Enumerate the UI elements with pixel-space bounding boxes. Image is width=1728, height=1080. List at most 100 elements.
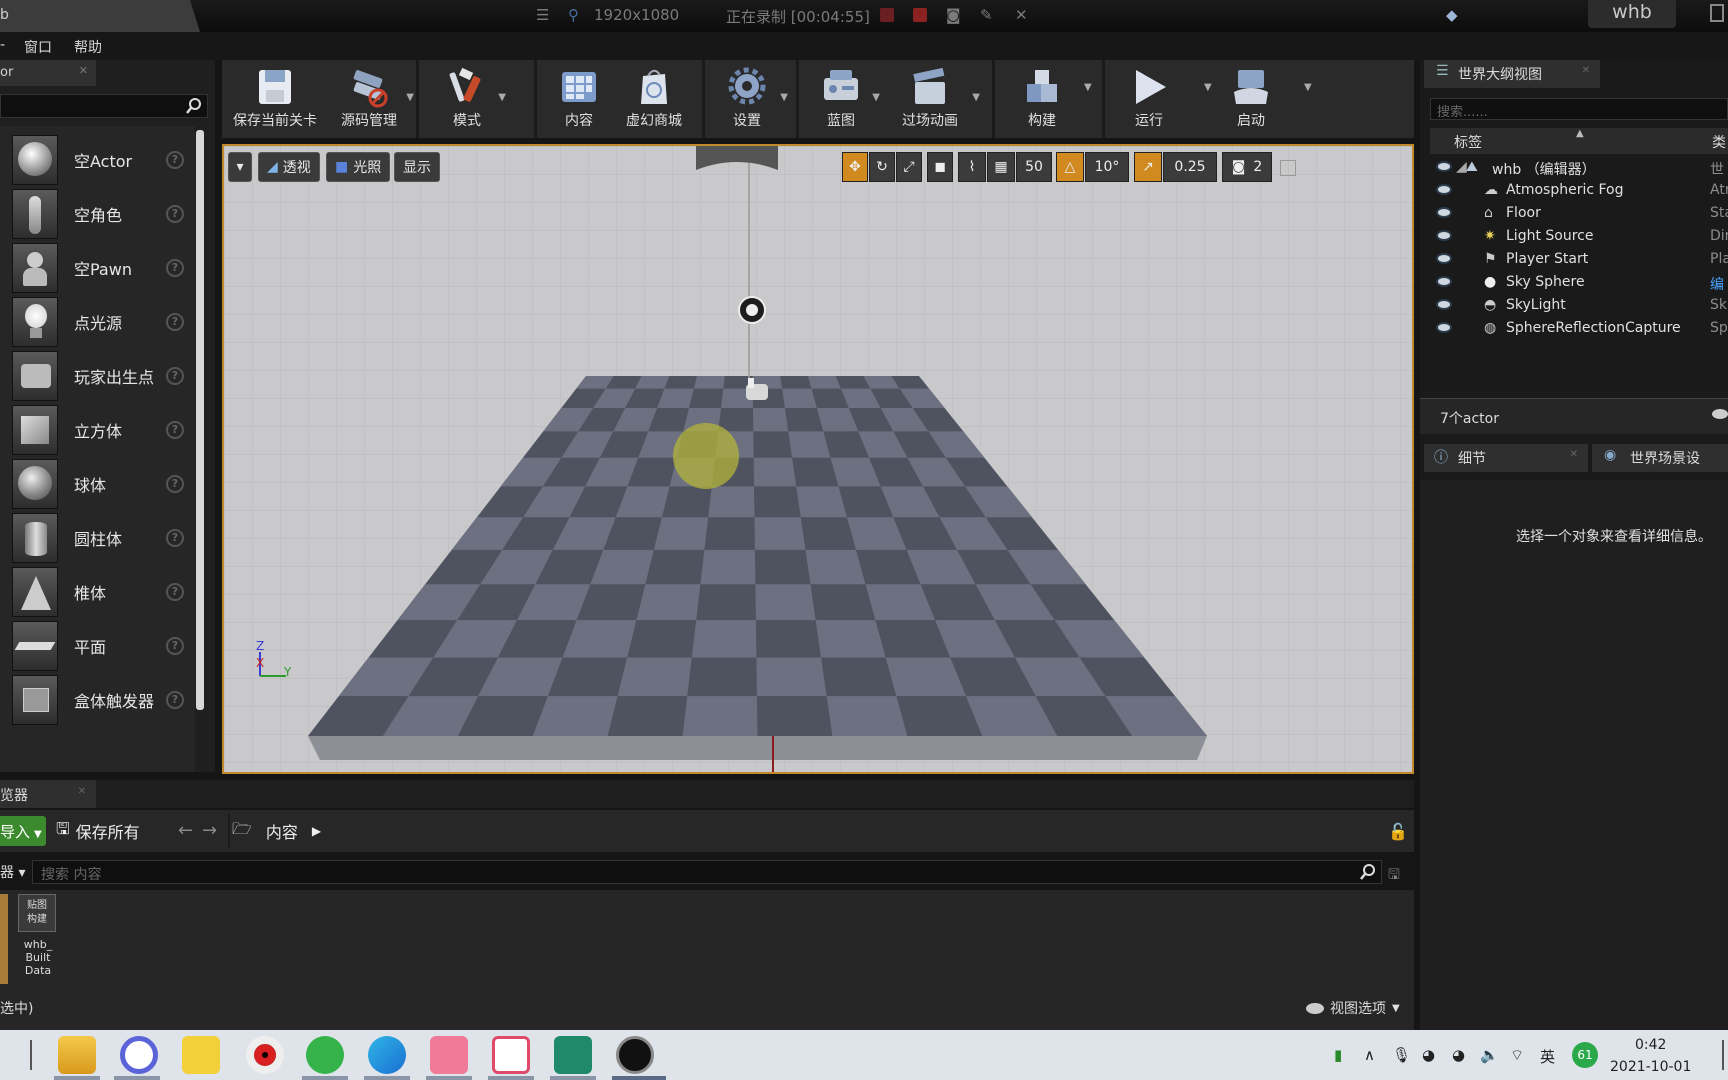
menu-item-window[interactable]: 窗口 xyxy=(24,37,52,57)
maximize-viewport-icon[interactable] xyxy=(1280,160,1296,176)
menu-icon[interactable]: ☰ xyxy=(536,6,549,24)
camera-icon[interactable]: ◙ xyxy=(946,6,961,24)
content-browser-tab[interactable]: 览器 ✕ xyxy=(0,780,96,808)
chevron-down-icon[interactable]: ▼ xyxy=(872,92,880,103)
scale-snap-toggle[interactable]: ↗ xyxy=(1134,152,1162,182)
help-icon[interactable]: ? xyxy=(166,691,184,709)
lock-icon[interactable]: 🔓 xyxy=(1388,822,1408,841)
breadcrumb-content[interactable]: 内容 xyxy=(266,819,298,843)
show-desktop-button[interactable] xyxy=(1722,1040,1724,1070)
place-item-empty-pawn[interactable]: 空Pawn? xyxy=(4,240,192,296)
source-control-button[interactable]: 源码管理 ▼ xyxy=(326,60,414,138)
back-arrow-icon[interactable]: ← xyxy=(178,820,193,841)
chevron-down-icon[interactable]: ▼ xyxy=(972,92,980,103)
import-button[interactable]: 导入 ▼ xyxy=(0,816,46,846)
launch-button[interactable]: 启动 xyxy=(1216,60,1286,138)
place-item-point-light[interactable]: 点光源? xyxy=(4,294,192,350)
filters-dropdown[interactable]: 器 ▾ xyxy=(0,862,25,882)
forward-arrow-icon[interactable]: → xyxy=(202,820,217,841)
viewport-scene[interactable]: Z X Y xyxy=(224,146,1412,772)
outliner-row-world[interactable]: ◢ ⛰ whb （编辑器）世 xyxy=(1430,156,1728,179)
edge-browser-icon[interactable] xyxy=(368,1036,406,1074)
eye-icon[interactable] xyxy=(1436,184,1452,195)
eye-icon[interactable] xyxy=(1436,299,1452,310)
outliner-row-skylight[interactable]: ◓ SkyLight Sk xyxy=(1430,294,1728,317)
col-type-header[interactable]: 类 xyxy=(1712,132,1726,152)
search-icon[interactable] xyxy=(1359,863,1377,881)
perspective-button[interactable]: ◢ 透视 xyxy=(258,152,320,182)
help-icon[interactable]: ? xyxy=(166,583,184,601)
world-settings-tab[interactable]: ◉ 世界场景设 xyxy=(1592,444,1728,472)
rotation-snap-toggle[interactable]: △ xyxy=(1056,152,1084,182)
security-badge-icon[interactable]: 61 xyxy=(1572,1042,1598,1068)
outliner-row-sphere-reflection[interactable]: ◍ SphereReflectionCapture Sp xyxy=(1430,317,1728,340)
close-tab-icon[interactable]: ✕ xyxy=(79,64,88,77)
unreal-engine-icon[interactable] xyxy=(616,1036,654,1074)
eye-icon[interactable] xyxy=(1436,276,1452,287)
content-search-input[interactable]: 搜索 内容 xyxy=(32,860,1382,884)
eye-icon[interactable] xyxy=(1436,322,1452,333)
help-icon[interactable]: ? xyxy=(166,205,184,223)
notes-app-icon[interactable] xyxy=(182,1036,220,1074)
play-button[interactable]: 运行 xyxy=(1112,60,1186,138)
help-icon[interactable]: ? xyxy=(166,313,184,331)
help-icon[interactable]: ? xyxy=(166,151,184,169)
grid-snap-toggle[interactable]: ▦ xyxy=(987,152,1015,182)
outliner-row-atmospheric-fog[interactable]: ☁ Atmospheric Fog Atr xyxy=(1430,179,1728,202)
outliner-row-light-source[interactable]: ✷ Light Source Dir xyxy=(1430,225,1728,248)
chevron-up-icon[interactable]: ∧ xyxy=(1364,1046,1375,1064)
qq-icon[interactable]: ◕ xyxy=(1422,1046,1435,1064)
outliner-row-type-link[interactable]: 编 xyxy=(1710,274,1724,294)
outliner-search-input[interactable]: 搜索...... xyxy=(1430,98,1728,120)
blueprints-button[interactable]: 蓝图 ▼ xyxy=(808,60,880,138)
outliner-row-sky-sphere[interactable]: ● Sky Sphere 编 xyxy=(1430,271,1728,294)
qq-icon[interactable]: ◕ xyxy=(1452,1046,1465,1064)
translate-tool-button[interactable]: ✥ xyxy=(842,152,868,182)
eye-icon[interactable] xyxy=(1436,161,1452,172)
pen-icon[interactable]: ✎ xyxy=(980,6,993,24)
settings-button[interactable]: 设置 ▼ xyxy=(714,60,788,138)
build-button[interactable]: 构建 xyxy=(1006,60,1078,138)
chevron-down-icon[interactable]: ▼ xyxy=(498,92,506,103)
close-tab-icon[interactable]: ✕ xyxy=(78,786,86,797)
user-badge[interactable]: whb xyxy=(1588,0,1676,28)
place-item-empty-character[interactable]: 空角色? xyxy=(4,186,192,242)
save-search-icon[interactable]: 🖫 xyxy=(1388,864,1400,888)
eye-icon[interactable] xyxy=(1436,230,1452,241)
file-explorer-icon[interactable] xyxy=(58,1036,96,1074)
battery-icon[interactable]: ▮ xyxy=(1334,1046,1342,1064)
volume-icon[interactable]: 🔈 xyxy=(1480,1046,1499,1064)
chevron-down-icon[interactable]: ▼ xyxy=(780,92,788,103)
eye-icon[interactable] xyxy=(1436,253,1452,264)
content-path-breadcrumb[interactable]: 🗁 内容 ▶ xyxy=(232,816,321,846)
rotation-snap-value[interactable]: 10° xyxy=(1085,152,1129,182)
browser-icon[interactable] xyxy=(120,1036,158,1074)
place-item-empty-actor[interactable]: 空Actor? xyxy=(4,132,192,188)
close-tab-icon[interactable]: ✕ xyxy=(1582,65,1590,76)
cinematics-button[interactable]: 过场动画 ▼ xyxy=(888,60,980,138)
place-item-player-start[interactable]: 玩家出生点? xyxy=(4,348,192,404)
close-tab-icon[interactable]: ✕ xyxy=(1570,449,1578,460)
stop-icon[interactable] xyxy=(913,8,927,22)
asset-tile-built-data[interactable]: 贴图 构建 whb_ Built Data xyxy=(18,894,58,984)
view-options-button[interactable]: 视图选项 ▼ xyxy=(1306,998,1400,1018)
content-button[interactable]: 内容 xyxy=(548,60,610,138)
place-item-plane[interactable]: 平面? xyxy=(4,618,192,674)
surface-snap-button[interactable]: ⌇ xyxy=(958,152,986,182)
video-app-icon[interactable] xyxy=(430,1036,468,1074)
modes-tab[interactable]: or ✕ xyxy=(0,60,96,86)
help-icon[interactable]: ? xyxy=(166,259,184,277)
3dsmax-icon[interactable] xyxy=(554,1036,592,1074)
world-outliner-tab[interactable]: ☰ 世界大纲视图 ✕ xyxy=(1424,60,1600,88)
camera-speed-button[interactable]: ◙ 2 xyxy=(1222,152,1272,182)
help-icon[interactable]: ? xyxy=(166,367,184,385)
eye-icon[interactable] xyxy=(1436,207,1452,218)
sort-asc-icon[interactable]: ▲ xyxy=(1576,128,1584,139)
wifi-icon[interactable]: ⌔ xyxy=(1510,1046,1524,1065)
window-restore-icon[interactable] xyxy=(1710,4,1724,22)
level-viewport[interactable]: Z X Y ▾ ◢ 透视 ■ 光照 显示 ✥ ↻ ⤢ ◼ ⌇ ▦ 50 △ 10° … xyxy=(222,144,1414,774)
col-label-header[interactable]: 标签 xyxy=(1454,132,1482,152)
ime-indicator[interactable]: 英 xyxy=(1540,1046,1555,1067)
recorder-icon[interactable] xyxy=(246,1036,284,1074)
place-item-cylinder[interactable]: 圆柱体? xyxy=(4,510,192,566)
